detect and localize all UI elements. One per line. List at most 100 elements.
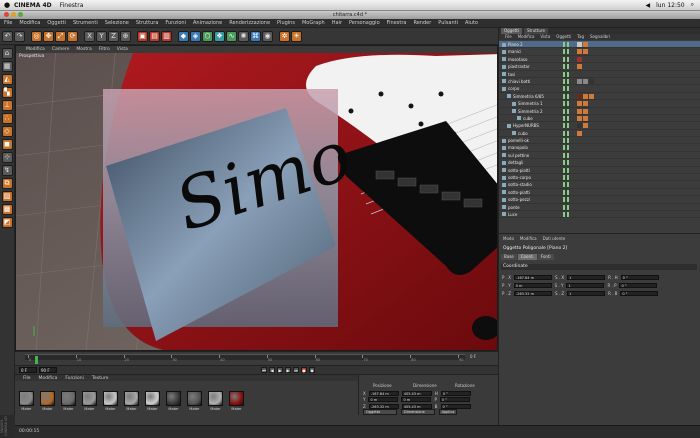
attribute-field[interactable]: 0 ° — [620, 290, 659, 296]
object-row[interactable]: sotto-piatti — [499, 167, 700, 175]
rotation-field[interactable]: 0 ° — [440, 390, 471, 396]
tag-icon[interactable] — [577, 130, 582, 136]
tag-icon[interactable] — [577, 49, 582, 55]
object-row[interactable]: Luce — [499, 211, 700, 219]
attribute-field[interactable]: -167.84 m — [513, 274, 552, 280]
position-field[interactable]: 0 m — [368, 397, 399, 402]
coord-mode-select[interactable]: Oggetto — [363, 409, 397, 415]
object-row[interactable]: piastrastar — [499, 63, 700, 71]
editor-visibility-dot[interactable] — [563, 49, 565, 55]
spline-icon[interactable]: ∿ — [226, 30, 237, 42]
position-field[interactable]: -263.32 m — [368, 403, 399, 409]
material-swatch[interactable]: Mater — [185, 391, 204, 413]
object-row[interactable]: sotto-pezzi — [499, 196, 700, 204]
render-visibility-dot[interactable] — [567, 152, 569, 158]
editor-visibility-dot[interactable] — [563, 211, 565, 217]
tag-icon[interactable] — [583, 93, 588, 99]
app-menu-item[interactable]: Modifica — [19, 20, 40, 26]
render-picture-viewer-icon[interactable]: ▤ — [149, 30, 160, 42]
render-visibility-dot[interactable] — [567, 138, 569, 144]
next-frame-icon[interactable]: ▶ — [285, 367, 291, 373]
zoom-window-button[interactable] — [18, 12, 23, 17]
tag-icon[interactable] — [589, 78, 594, 84]
redo-icon[interactable]: ↷ — [14, 30, 25, 42]
viewport-menu-item[interactable]: Modifica — [26, 47, 45, 52]
object-row[interactable]: mosotaso — [499, 56, 700, 64]
render-visibility-dot[interactable] — [567, 145, 569, 151]
attribute-field[interactable]: 1 — [566, 282, 605, 288]
object-menu-item[interactable]: File — [505, 34, 512, 40]
rotation-field[interactable]: 0 ° — [440, 403, 471, 409]
move-icon[interactable]: ✥ — [43, 30, 54, 42]
attributes-tab[interactable]: Coord. — [517, 254, 537, 260]
timeline-ruler[interactable]: 0 10 20 30 40 50 60 70 80 90 — [25, 354, 465, 364]
editor-visibility-dot[interactable] — [563, 182, 565, 188]
editor-visibility-dot[interactable] — [563, 145, 565, 151]
editor-visibility-dot[interactable] — [563, 138, 565, 144]
start-frame-field[interactable]: 0 F — [19, 367, 37, 373]
apple-icon[interactable]: ● — [0, 1, 14, 9]
editor-visibility-dot[interactable] — [563, 175, 565, 181]
render-visibility-dot[interactable] — [567, 42, 569, 47]
position-field[interactable]: -167.84 m — [368, 390, 399, 396]
material-swatch[interactable]: Mater — [227, 391, 246, 413]
size-mode-select[interactable]: Dimensione — [401, 409, 435, 415]
object-row[interactable]: Simmetria 6/85 — [499, 93, 700, 101]
render-visibility-dot[interactable] — [567, 108, 569, 114]
object-row[interactable]: sul pettine — [499, 152, 700, 160]
viewport-menu-item[interactable]: Camere — [52, 47, 70, 52]
cube-primitive-icon[interactable]: ◆ — [178, 30, 189, 42]
object-row[interactable]: chiavi botti — [499, 78, 700, 86]
use-axis-tool-icon[interactable]: ⊥ — [1, 100, 13, 111]
object-row[interactable]: corpo — [499, 85, 700, 93]
timeline[interactable]: 0 10 20 30 40 50 60 70 80 90 0 F — [15, 351, 498, 365]
use-texture-tool-icon[interactable]: ▚ — [1, 87, 13, 98]
editor-visibility-dot[interactable] — [563, 167, 565, 173]
material-swatch[interactable]: Mater — [206, 391, 225, 413]
tag-icon[interactable] — [577, 42, 582, 47]
use-edge-tool-icon[interactable]: ◇ — [1, 126, 13, 137]
material-swatch[interactable]: Mater — [101, 391, 120, 413]
tag-icon[interactable] — [583, 78, 588, 84]
sky-icon[interactable]: ☀ — [291, 30, 302, 42]
render-visibility-dot[interactable] — [567, 93, 569, 99]
render-visibility-dot[interactable] — [567, 64, 569, 70]
attribute-field[interactable]: 1 — [567, 290, 606, 296]
object-row[interactable]: cubo — [499, 130, 700, 138]
editor-visibility-dot[interactable] — [563, 64, 565, 70]
x-axis-lock-icon[interactable]: X — [84, 30, 95, 42]
attribute-field[interactable]: 0 m — [513, 282, 552, 288]
record-icon[interactable]: ● — [301, 367, 307, 373]
material-swatch[interactable]: Mater — [38, 391, 57, 413]
app-menu-item[interactable]: Struttura — [136, 20, 159, 26]
spotlight-icon[interactable]: ⌕ — [691, 1, 694, 9]
light-icon[interactable]: ✲ — [279, 30, 290, 42]
use-point-tool-icon[interactable]: ∴ — [1, 113, 13, 124]
object-menu-item[interactable]: Modifica — [518, 34, 535, 40]
use-model-tool-icon[interactable]: ▦ — [1, 61, 13, 72]
tag-icon[interactable] — [577, 56, 582, 62]
tag-icon[interactable] — [577, 123, 582, 129]
undo-icon[interactable]: ↶ — [2, 30, 13, 42]
app-menu-item[interactable]: Aiuto — [465, 20, 478, 26]
perspective-viewport[interactable]: Modifica Camere Mostra Filtro Vista Prospett… — [15, 45, 498, 351]
rotate-icon[interactable]: ⟳ — [67, 30, 78, 42]
attributes-tab[interactable]: Base — [501, 254, 517, 260]
attributes-menu-item[interactable]: Modifica — [520, 236, 537, 242]
render-visibility-dot[interactable] — [567, 197, 569, 203]
editor-visibility-dot[interactable] — [563, 101, 565, 107]
material-swatch[interactable]: Mater — [59, 391, 78, 413]
close-window-button[interactable] — [4, 12, 9, 17]
live-selection-icon[interactable]: ◎ — [31, 30, 42, 42]
material-menu-item[interactable]: Funzioni — [65, 376, 84, 381]
render-visibility-dot[interactable] — [567, 56, 569, 62]
tag-icon[interactable] — [577, 78, 582, 84]
volume-icon[interactable]: ◀ — [646, 2, 651, 9]
z-axis-lock-icon[interactable]: Z — [108, 30, 119, 42]
minimize-window-button[interactable] — [11, 12, 16, 17]
material-swatch[interactable]: Mater — [164, 391, 183, 413]
playhead[interactable] — [35, 356, 38, 364]
object-row[interactable]: ponte — [499, 204, 700, 211]
y-axis-lock-icon[interactable]: Y — [96, 30, 107, 42]
object-menu-item[interactable]: Tag — [577, 34, 584, 40]
